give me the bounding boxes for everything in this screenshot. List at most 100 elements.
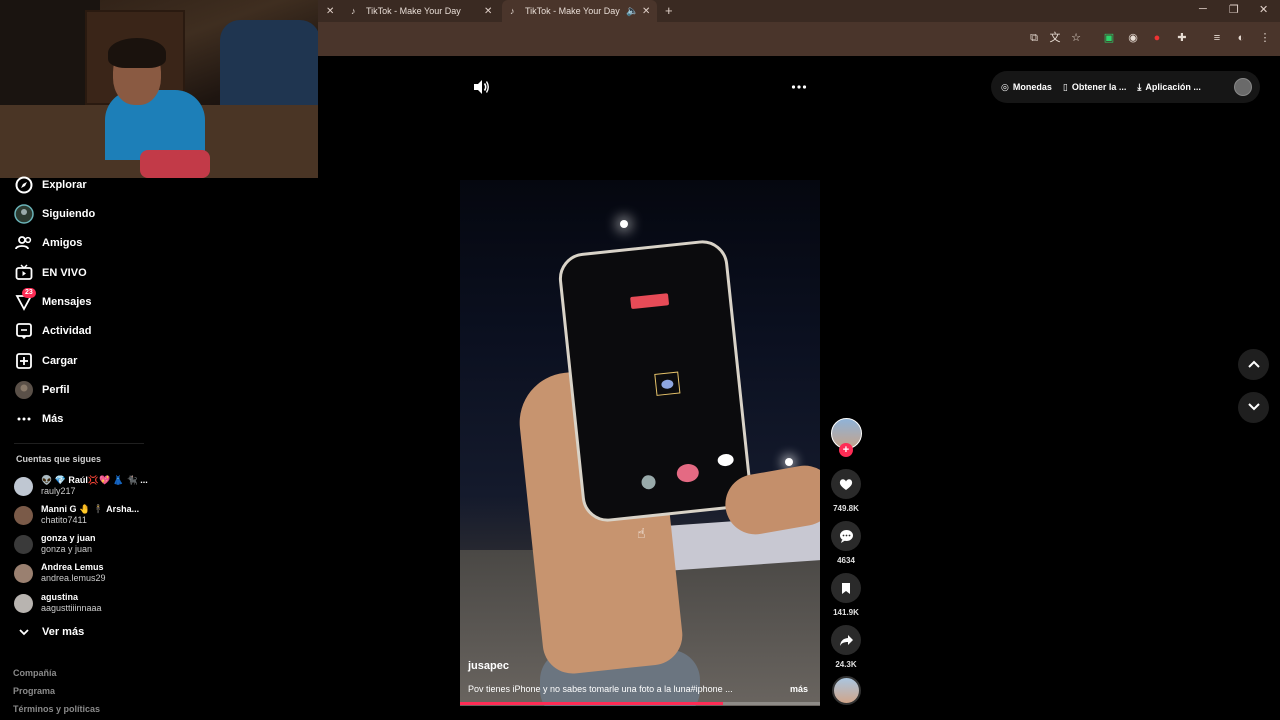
account-name: 👽 💎 Raúl💢💖 👗 🐈‍⬛ ... [41,475,148,485]
sidebar-item-explore[interactable]: Explorar [14,174,87,196]
friends-icon [14,233,34,253]
sidebar-item-profile[interactable]: Perfil [14,379,70,401]
volume-icon[interactable] [473,79,490,98]
video-progress-bar[interactable] [460,702,820,705]
coins-button[interactable]: ◎ Monedas [1001,82,1052,93]
tiktok-favicon-icon: ♪ [351,5,356,16]
browser-tab-2[interactable]: ♪ TikTok - Make Your Day 🔈 ✕ [502,0,657,22]
video-progress-fill [460,702,723,705]
account-name: gonza y juan [41,533,96,543]
tab-close-partial[interactable]: ✕ [322,0,334,22]
media-queue-icon[interactable]: ≡ [1210,31,1224,45]
extensions-puzzle-icon[interactable]: ✚ [1175,31,1189,45]
footer-link-program[interactable]: Programa [13,686,55,696]
music-disc-avatar[interactable] [832,676,861,705]
following-account-item[interactable]: 👽 💎 Raúl💢💖 👗 🐈‍⬛ ... rauly217 [14,475,148,497]
avatar [14,563,33,583]
download-app-button[interactable]: ⤓ Aplicación ... [1137,82,1201,93]
profile-avatar-icon[interactable]: ◐ [1234,31,1248,45]
account-name: Andrea Lemus [41,562,104,572]
bookmark-star-icon[interactable]: ☆ [1069,31,1083,45]
browser-menu-icon[interactable]: ⋮ [1258,31,1272,45]
comment-icon [831,521,861,551]
bookmark-icon [831,573,861,603]
avatar [14,534,33,554]
sidebar-item-label: Siguiendo [42,208,96,220]
footer-link-company[interactable]: Compañía [13,668,57,678]
coins-label: Monedas [1012,82,1052,92]
comment-button[interactable]: 4634 [831,521,861,565]
phone-icon: ▯ [1062,81,1068,92]
extension-green-icon[interactable]: ▣ [1102,31,1116,45]
sidebar-divider [14,443,144,444]
close-window-icon[interactable]: ✕ [1259,3,1268,16]
see-more-label: Ver más [42,626,85,638]
restore-icon[interactable]: ❐ [1229,3,1239,16]
account-handle: aagusttiiinnaaa [41,603,102,613]
see-more-button[interactable]: Ver más [14,621,84,643]
get-app-button[interactable]: ▯ Obtener la ... [1063,82,1126,93]
profile-avatar-icon [14,380,34,400]
sidebar-item-activity[interactable]: Actividad [14,320,92,342]
sidebar-item-upload[interactable]: Cargar [14,350,77,372]
sidebar-item-friends[interactable]: Amigos [14,232,82,254]
following-account-item[interactable]: agustina aagusttiiinnaaa [14,592,102,614]
following-avatar-icon [14,204,34,224]
account-name: Manni G 🤚 🕴 Arsha... [41,504,140,514]
save-button[interactable]: 141.9K [831,573,861,617]
omnibox[interactable] [318,27,1018,51]
sidebar-item-label: Explorar [42,179,87,191]
follow-plus-icon[interactable]: + [839,443,853,457]
sidebar-item-following[interactable]: Siguiendo [14,203,95,225]
download-icon: ⤓ [1137,81,1142,92]
previous-video-button[interactable] [1238,349,1269,380]
following-account-item[interactable]: Manni G 🤚 🕴 Arsha... chatito7411 [14,504,139,526]
footer-link-terms[interactable]: Términos y políticas [13,704,100,714]
upload-icon [14,351,34,371]
sidebar-item-label: Más [42,413,64,425]
sidebar-item-more[interactable]: Más [14,408,63,430]
tab-title: TikTok - Make Your Day [525,6,620,16]
account-handle: andrea.lemus29 [41,573,106,583]
speaker-icon[interactable]: 🔈 [626,6,638,17]
like-button[interactable]: 749.8K [831,469,861,513]
messages-icon: 23 [14,288,36,312]
following-account-item[interactable]: gonza y juan gonza y juan [14,533,96,555]
sidebar-item-live[interactable]: EN VIVO [14,262,87,284]
caption-more-link[interactable]: más [790,684,808,694]
translate-icon[interactable]: 文 [1048,31,1062,45]
sidebar-item-messages[interactable]: 23 Mensajes [14,288,92,313]
share-icon [831,625,861,655]
new-tab-button[interactable]: + [665,3,673,18]
video-options-icon[interactable] [791,79,807,98]
tab-close-icon[interactable]: ✕ [642,6,650,17]
next-video-button[interactable] [1238,392,1269,423]
video-top-area [460,56,820,180]
chevron-down-icon [14,622,34,642]
tiktok-favicon-icon: ♪ [510,5,515,16]
account-name: agustina [41,592,79,602]
following-accounts-title: Cuentas que sigues [16,454,102,464]
browser-tab-1[interactable]: ♪ TikTok - Make Your Day ✕ [343,0,498,22]
sidebar-item-label: Amigos [42,237,83,249]
avatar [14,593,33,613]
video-player[interactable]: ☝ jusapec Pov tienes iPhone y no sabes t… [460,180,820,706]
video-username[interactable]: jusapec [468,660,509,672]
coin-icon: ◎ [1001,81,1009,92]
sidebar-item-label: EN VIVO [42,267,87,279]
phone-in-video [556,237,754,525]
share-button[interactable]: 24.3K [831,625,861,669]
chevron-down-icon [1247,399,1261,417]
compass-icon [14,175,34,195]
minimize-icon[interactable]: ─ [1199,3,1207,15]
tab-title: TikTok - Make Your Day [366,6,461,16]
extension-red-icon[interactable]: ● [1150,31,1164,45]
avatar [14,505,33,525]
tab-close-icon[interactable]: ✕ [484,6,492,17]
following-account-item[interactable]: Andrea Lemus andrea.lemus29 [14,562,106,584]
install-app-icon[interactable]: ⧉ [1027,31,1041,45]
user-avatar[interactable] [1234,78,1252,96]
extension-globe-icon[interactable]: ◉ [1126,31,1140,45]
webcam-overlay [0,0,318,178]
activity-icon [14,321,34,341]
